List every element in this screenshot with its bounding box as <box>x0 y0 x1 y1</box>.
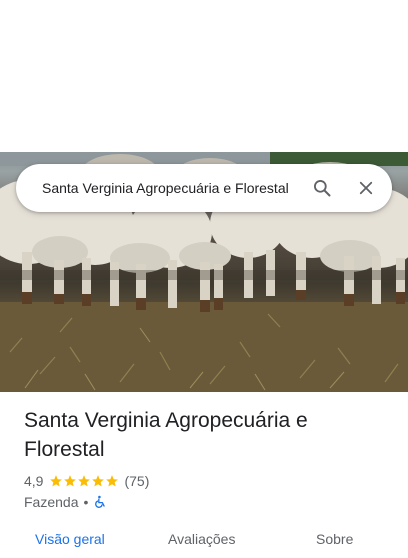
star-icon <box>64 475 77 487</box>
star-icon <box>92 475 105 487</box>
search-button[interactable] <box>302 168 342 208</box>
clear-search-button[interactable] <box>346 168 386 208</box>
search-input[interactable] <box>40 179 296 197</box>
place-title: Santa Verginia Agropecuária e Florestal <box>24 409 308 461</box>
rating-value: 4,9 <box>24 473 44 489</box>
map-blank-area <box>0 0 408 152</box>
rating-summary[interactable]: 4,9 (75) <box>24 471 149 491</box>
close-icon <box>359 181 373 195</box>
search-icon <box>314 180 331 197</box>
search-bar[interactable] <box>16 164 392 212</box>
review-count[interactable]: (75) <box>124 473 149 489</box>
tab-about[interactable]: Sobre <box>316 531 353 547</box>
tab-reviews[interactable]: Avaliações <box>168 531 235 547</box>
star-icon <box>106 475 119 487</box>
wheelchair-icon <box>95 495 106 508</box>
place-category: Fazenda <box>24 494 79 510</box>
star-icon <box>78 475 91 487</box>
separator-dot: • <box>83 494 89 510</box>
tab-overview[interactable]: Visão geral <box>35 531 105 547</box>
place-tabs: Visão geral Avaliações Sobre <box>0 528 408 558</box>
place-category-row: Fazenda • <box>24 492 107 512</box>
star-rating <box>49 474 119 488</box>
star-icon <box>50 475 63 487</box>
